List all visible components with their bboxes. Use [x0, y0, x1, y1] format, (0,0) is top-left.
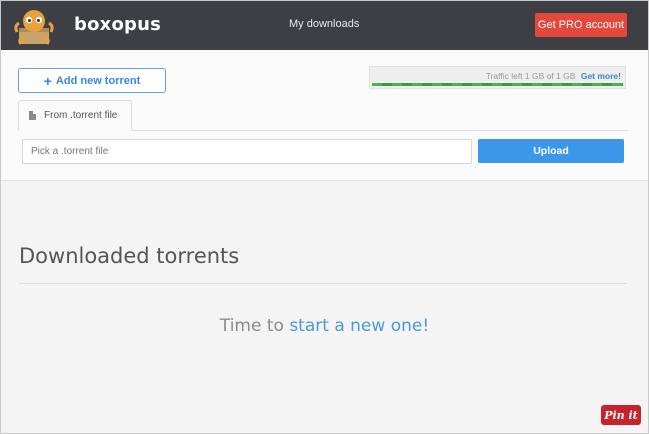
empty-state-prefix: Time to — [219, 316, 290, 336]
nav-my-downloads[interactable]: My downloads — [289, 18, 359, 30]
octopus-logo-icon[interactable] — [13, 6, 55, 46]
brand-name[interactable]: boxopus — [74, 14, 161, 35]
start-new-link[interactable]: start a new one! — [289, 316, 429, 336]
get-pro-button[interactable]: Get PRO account — [535, 13, 627, 37]
add-new-torrent-button[interactable]: + Add new torrent — [18, 68, 166, 93]
add-new-torrent-label: Add new torrent — [55, 74, 141, 87]
traffic-meter: Traffic left 1 GB of 1 GB Get more! — [369, 66, 626, 89]
upload-button[interactable]: Upload — [478, 139, 624, 163]
traffic-text-wrap: Traffic left 1 GB of 1 GB Get more! — [486, 71, 621, 81]
add-torrent-section: + Add new torrent Traffic left 1 GB of 1… — [1, 50, 648, 181]
section-divider — [19, 283, 627, 284]
pin-it-button[interactable]: Pin it — [601, 405, 641, 425]
file-icon — [29, 111, 36, 120]
traffic-progress-bar — [372, 83, 623, 86]
traffic-progress-fill — [372, 83, 623, 86]
torrent-file-input[interactable] — [22, 139, 472, 164]
traffic-left-text: Traffic left 1 GB of 1 GB — [485, 71, 576, 81]
get-more-link[interactable]: Get more! — [581, 71, 621, 81]
app-frame: boxopus My downloads Get PRO account + A… — [0, 0, 649, 434]
tab-from-torrent-file[interactable]: From .torrent file — [18, 100, 132, 131]
navbar: boxopus My downloads Get PRO account — [1, 1, 648, 50]
tab-label: From .torrent file — [44, 110, 118, 121]
downloaded-torrents-title: Downloaded torrents — [19, 244, 240, 268]
empty-state-message: Time to start a new one! — [1, 316, 648, 336]
plus-icon: + — [43, 72, 52, 89]
